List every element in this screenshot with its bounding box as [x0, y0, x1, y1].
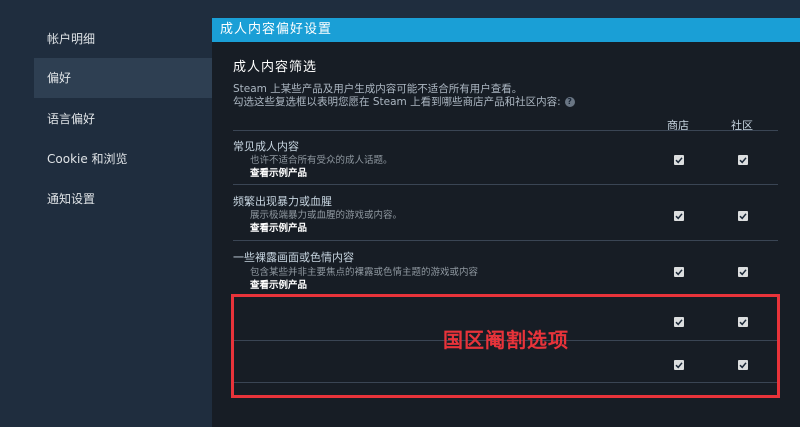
row-separator: [233, 184, 778, 185]
community-checkbox-common-adult[interactable]: [738, 155, 748, 165]
row-subtitle-violence: 展示极端暴力或血腥的游戏或内容。: [250, 210, 403, 221]
description-line-2: 勾选这些复选框以表明您愿在 Steam 上看到哪些商店产品和社区内容:?: [233, 94, 575, 109]
row-separator: [233, 240, 778, 241]
panel-header: 成人内容偏好设置: [212, 18, 800, 42]
sidebar-item-notifications[interactable]: 通知设置: [34, 179, 212, 219]
annotation-label: 国区阉割选项: [443, 328, 569, 352]
sidebar: 帐户明细 偏好 语言偏好 Cookie 和浏览 通知设置: [0, 0, 212, 427]
community-checkbox-violence[interactable]: [738, 211, 748, 221]
view-examples-link[interactable]: 查看示例产品: [250, 165, 307, 179]
row-title-nudity: 一些裸露画面或色情内容: [233, 251, 354, 264]
store-checkbox-nudity[interactable]: [674, 267, 684, 277]
sidebar-item-cookies[interactable]: Cookie 和浏览: [34, 139, 212, 179]
store-checkbox-violence[interactable]: [674, 211, 684, 221]
help-icon[interactable]: ?: [564, 97, 575, 107]
description-line-2-text: 勾选这些复选框以表明您愿在 Steam 上看到哪些商店产品和社区内容:: [233, 96, 561, 108]
sidebar-item-preferences[interactable]: 偏好: [34, 58, 212, 98]
view-examples-link[interactable]: 查看示例产品: [250, 277, 307, 291]
sidebar-item-account-details[interactable]: 帐户明细: [34, 19, 212, 59]
community-checkbox-nudity[interactable]: [738, 267, 748, 277]
row-subtitle-common-adult: 也许不适合所有受众的成人话题。: [250, 155, 393, 166]
row-separator: [233, 130, 778, 131]
row-subtitle-nudity: 包含某些并非主要焦点的裸露或色情主题的游戏或内容: [250, 267, 479, 278]
section-title: 成人内容筛选: [233, 60, 318, 75]
sidebar-item-language[interactable]: 语言偏好: [34, 99, 212, 139]
view-examples-link[interactable]: 查看示例产品: [250, 220, 307, 234]
store-checkbox-common-adult[interactable]: [674, 155, 684, 165]
